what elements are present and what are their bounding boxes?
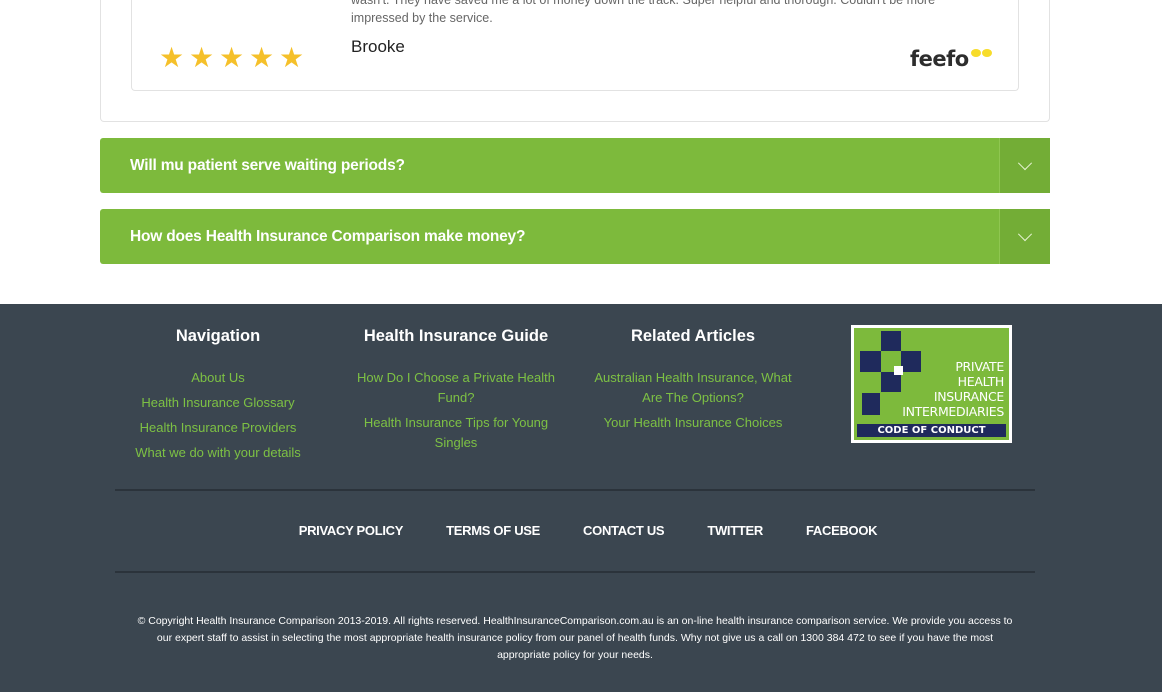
facebook-link[interactable]: FACEBOOK <box>806 523 878 538</box>
column-title: Health Insurance Guide <box>363 327 549 345</box>
feefo-wordmark: feefo <box>910 47 969 71</box>
feefo-eyes-icon <box>970 49 992 57</box>
footer-link[interactable]: Health Insurance Providers <box>118 418 318 438</box>
terms-of-use-link[interactable]: TERMS OF USE <box>446 523 540 538</box>
faq-question: How does Health Insurance Comparison mak… <box>130 228 526 245</box>
copyright-text: © Copyright Health Insurance Comparison … <box>137 615 1013 661</box>
footer-bottom-nav: PRIVACY POLICY TERMS OF USE CONTACT US T… <box>0 523 1162 538</box>
divider <box>115 571 1035 573</box>
badge-text: PRIVATE HEALTH INSURANCE INTERMEDIARIES <box>902 359 1004 419</box>
divider <box>115 489 1035 491</box>
twitter-link[interactable]: TWITTER <box>707 523 763 538</box>
faq-question: Will mu patient serve waiting periods? <box>130 157 405 174</box>
review-text: wasn't. They have saved me a lot of mone… <box>351 0 936 25</box>
footer-link[interactable]: Your Health Insurance Choices <box>588 413 798 433</box>
star-icon: ★ <box>279 41 305 74</box>
contact-us-link[interactable]: CONTACT US <box>583 523 665 538</box>
footer-column-navigation: Navigation About Us Health Insurance Glo… <box>118 304 318 468</box>
expand-toggle[interactable] <box>999 138 1050 193</box>
column-title: Navigation <box>175 327 261 345</box>
expand-toggle[interactable] <box>999 209 1050 264</box>
chevron-down-icon <box>1017 226 1033 241</box>
footer-link[interactable]: Health Insurance Tips for Young Singles <box>351 413 561 453</box>
page: wasn't. They have saved me a lot of mone… <box>0 0 1162 692</box>
star-icon: ★ <box>219 41 245 74</box>
star-rating: ★ ★ ★ ★ ★ <box>159 41 305 74</box>
chevron-down-icon <box>1017 155 1033 170</box>
faq-item-make-money[interactable]: How does Health Insurance Comparison mak… <box>100 209 1050 264</box>
badge-caption: CODE OF CONDUCT <box>857 424 1006 437</box>
star-icon: ★ <box>159 41 185 74</box>
footer-link[interactable]: Australian Health Insurance, What Are Th… <box>588 368 798 408</box>
privacy-policy-link[interactable]: PRIVACY POLICY <box>299 523 404 538</box>
star-icon: ★ <box>249 41 275 74</box>
code-of-conduct-badge[interactable]: PRIVATE HEALTH INSURANCE INTERMEDIARIES … <box>851 325 1012 443</box>
review-author: Brooke <box>351 37 405 56</box>
footer-link[interactable]: Health Insurance Glossary <box>118 393 318 413</box>
footer: Navigation About Us Health Insurance Glo… <box>0 304 1162 692</box>
footer-link[interactable]: What we do with your details <box>118 443 318 463</box>
star-icon: ★ <box>189 41 215 74</box>
feefo-logo[interactable]: feefo <box>910 47 992 71</box>
footer-link[interactable]: How Do I Choose a Private Health Fund? <box>351 368 561 408</box>
faq-item-waiting-periods[interactable]: Will mu patient serve waiting periods? <box>100 138 1050 193</box>
footer-column-guide: Health Insurance Guide How Do I Choose a… <box>351 304 561 458</box>
footer-column-articles: Related Articles Australian Health Insur… <box>588 304 798 438</box>
footer-link[interactable]: About Us <box>118 368 318 388</box>
column-title: Related Articles <box>630 327 756 345</box>
